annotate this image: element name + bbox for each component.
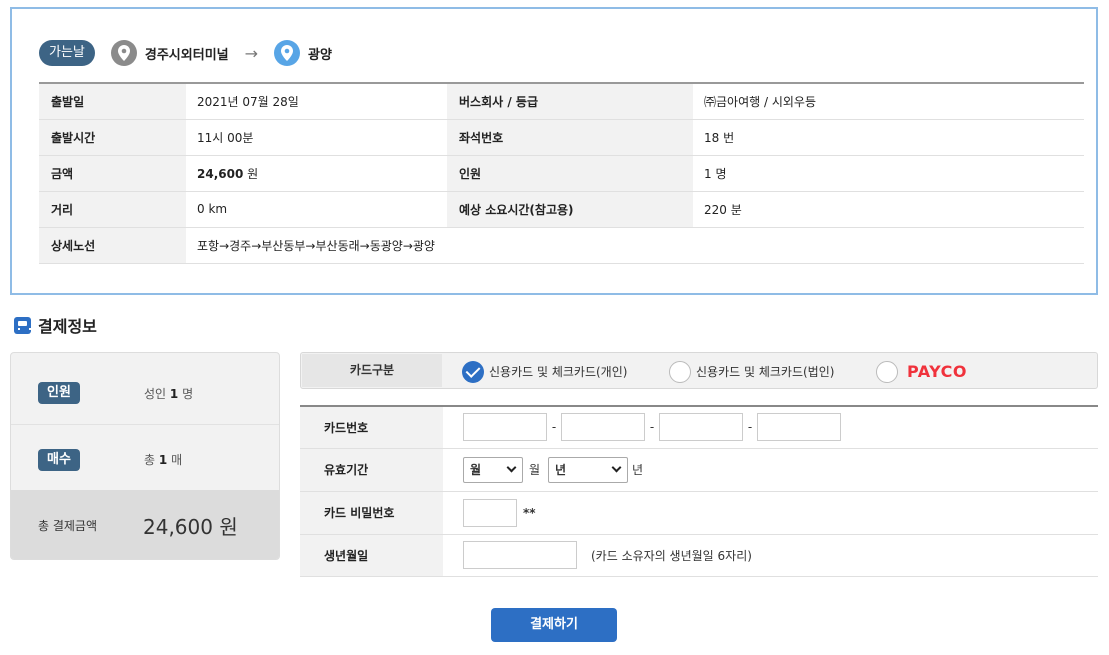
card-number-separator: - bbox=[551, 420, 557, 435]
table-row: 금액 24,600 원 인원 1 명 bbox=[39, 155, 1084, 192]
people-value: 성인 1 명 bbox=[144, 385, 193, 402]
seat-number-value: 18 번 bbox=[693, 119, 1084, 156]
departure-time-value: 11시 00분 bbox=[186, 119, 447, 156]
arrow-right-icon: → bbox=[244, 43, 259, 63]
people-badge: 인원 bbox=[38, 382, 80, 404]
distance-value: 0 km bbox=[186, 191, 447, 228]
distance-label: 거리 bbox=[39, 191, 186, 228]
bus-company-label: 버스회사 / 등급 bbox=[447, 83, 693, 120]
summary-people-row: 인원 성인 1 명 bbox=[11, 358, 279, 428]
payment-title-text: 결제정보 bbox=[38, 317, 97, 336]
payment-section-title: 결제정보 bbox=[14, 313, 97, 337]
total-amount-label: 총 결제금액 bbox=[38, 518, 98, 533]
price-label: 금액 bbox=[39, 155, 186, 192]
table-row: 카드번호 - - - bbox=[300, 406, 1098, 449]
duration-label: 예상 소요시간(참고용) bbox=[447, 191, 693, 228]
passenger-count-value: 1 명 bbox=[693, 155, 1084, 192]
price-amount: 24,600 bbox=[197, 166, 244, 181]
payco-logo[interactable]: PAYCO bbox=[907, 362, 967, 381]
summary-total-row: 총 결제금액 24,600 원 bbox=[11, 490, 279, 559]
personal-card-label[interactable]: 신용카드 및 체크카드(개인) bbox=[489, 363, 627, 380]
card-pin-label: 카드 비밀번호 bbox=[300, 491, 443, 535]
trip-info-panel: 가는날 경주시외터미널 → 광양 출발일 2021년 07월 28일 버스회사 … bbox=[10, 7, 1098, 295]
duration-value: 220 분 bbox=[693, 191, 1084, 228]
card-type-selector: 카드구분 신용카드 및 체크카드(개인) 신용카드 및 체크카드(법인) PAY… bbox=[300, 352, 1098, 389]
destination-terminal: 광양 bbox=[308, 47, 332, 63]
card-number-separator: - bbox=[747, 420, 753, 435]
departure-badge: 가는날 bbox=[39, 40, 95, 66]
payment-summary-panel: 인원 성인 1 명 매수 총 1 매 총 결제금액 24,600 원 bbox=[10, 352, 280, 560]
table-row: 카드 비밀번호 ** bbox=[300, 491, 1098, 535]
card-number-input-2[interactable] bbox=[561, 413, 645, 442]
corporate-card-label[interactable]: 신용카드 및 체크카드(법인) bbox=[696, 363, 834, 380]
birthdate-hint: (카드 소유자의 생년월일 6자리) bbox=[591, 548, 752, 563]
departure-date-label: 출발일 bbox=[39, 83, 186, 120]
year-select-value: 년 bbox=[555, 463, 567, 477]
birthdate-label: 생년월일 bbox=[300, 534, 443, 577]
card-number-label: 카드번호 bbox=[300, 406, 443, 449]
month-unit: 월 bbox=[529, 463, 541, 477]
route-header: 가는날 경주시외터미널 → 광양 bbox=[39, 38, 332, 68]
price-value: 24,600 원 bbox=[186, 155, 447, 192]
table-row: 출발시간 11시 00분 좌석번호 18 번 bbox=[39, 119, 1084, 156]
card-number-input-4[interactable] bbox=[757, 413, 841, 442]
table-row: 상세노선 포항→경주→부산동부→부산동래→동광양→광양 bbox=[39, 227, 1084, 264]
people-count: 1 bbox=[169, 386, 179, 401]
birthdate-fields: (카드 소유자의 생년월일 6자리) bbox=[443, 534, 1098, 577]
ticket-count-badge: 매수 bbox=[38, 448, 80, 471]
card-number-input-3[interactable] bbox=[659, 413, 743, 442]
card-pin-fields: ** bbox=[443, 491, 1098, 535]
location-pin-icon bbox=[274, 40, 301, 66]
pay-button[interactable]: 결제하기 bbox=[491, 608, 617, 642]
expiry-month-select[interactable]: 월 bbox=[463, 456, 523, 483]
card-number-separator: - bbox=[649, 420, 655, 435]
expiry-fields: 월월년년 bbox=[443, 448, 1098, 492]
route-detail-label: 상세노선 bbox=[39, 227, 186, 264]
card-form-table: 카드번호 --- 유효기간 월월년년 카드 비밀번호 ** 생년월일 (카드 소… bbox=[300, 405, 1098, 577]
expiry-year-select[interactable]: 년 bbox=[548, 456, 629, 483]
bus-icon bbox=[14, 316, 31, 334]
table-row: 거리 0 km 예상 소요시간(참고용) 220 분 bbox=[39, 191, 1084, 228]
origin-terminal: 경주시외터미널 bbox=[144, 47, 229, 63]
trip-details-table: 출발일 2021년 07월 28일 버스회사 / 등급 ㈜금아여행 / 시외우등… bbox=[39, 82, 1084, 264]
table-row: 유효기간 월월년년 bbox=[300, 448, 1098, 492]
radio-personal-card[interactable] bbox=[462, 361, 484, 383]
card-number-input-1[interactable] bbox=[463, 413, 547, 442]
departure-time-label: 출발시간 bbox=[39, 119, 186, 156]
chevron-down-icon bbox=[611, 462, 622, 473]
radio-corporate-card[interactable] bbox=[669, 361, 691, 383]
bus-company-value: ㈜금아여행 / 시외우등 bbox=[693, 83, 1084, 120]
chevron-down-icon bbox=[506, 462, 517, 473]
location-pin-icon bbox=[110, 40, 137, 66]
ticket-count-prefix: 총 bbox=[144, 453, 156, 467]
year-unit: 년 bbox=[632, 463, 644, 477]
ticket-count-value: 총 1 매 bbox=[144, 451, 182, 468]
seat-number-label: 좌석번호 bbox=[447, 119, 693, 156]
radio-payco[interactable] bbox=[876, 361, 898, 383]
people-prefix: 성인 bbox=[144, 386, 167, 401]
month-select-value: 월 bbox=[470, 463, 482, 477]
ticket-count-number: 1 bbox=[158, 453, 168, 467]
people-unit: 명 bbox=[182, 386, 194, 401]
departure-date-value: 2021년 07월 28일 bbox=[186, 83, 447, 120]
route-detail-value: 포항→경주→부산동부→부산동래→동광양→광양 bbox=[186, 227, 1084, 264]
card-pin-input[interactable] bbox=[463, 498, 517, 527]
passenger-count-label: 인원 bbox=[447, 155, 693, 192]
card-type-label: 카드구분 bbox=[302, 354, 442, 387]
price-unit: 원 bbox=[247, 166, 259, 181]
birthdate-input[interactable] bbox=[463, 541, 577, 569]
table-row: 생년월일 (카드 소유자의 생년월일 6자리) bbox=[300, 534, 1098, 577]
table-row: 출발일 2021년 07월 28일 버스회사 / 등급 ㈜금아여행 / 시외우등 bbox=[39, 83, 1084, 120]
ticket-count-unit: 매 bbox=[171, 453, 183, 467]
card-number-fields: --- bbox=[443, 406, 1098, 449]
summary-ticket-count-row: 매수 총 1 매 bbox=[11, 424, 279, 494]
expiry-label: 유효기간 bbox=[300, 448, 443, 492]
pin-mask-suffix: ** bbox=[523, 505, 536, 520]
total-amount-value: 24,600 원 bbox=[143, 514, 238, 539]
